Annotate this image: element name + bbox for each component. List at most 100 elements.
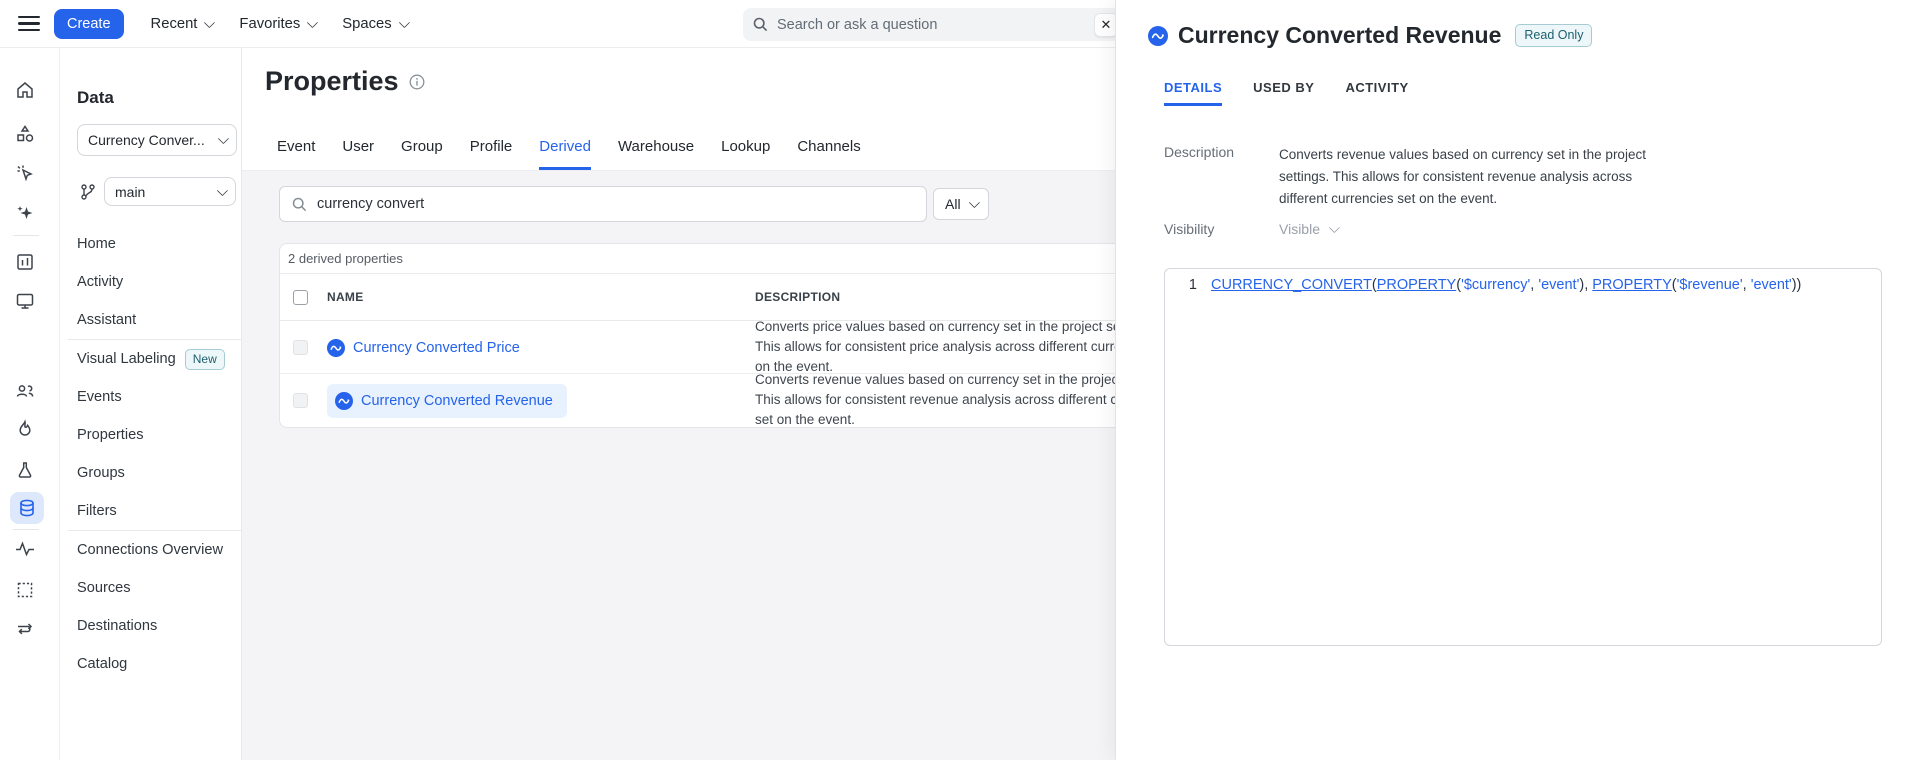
property-type-tabs: Event User Group Profile Derived Warehou… <box>277 138 861 170</box>
page-title: Properties <box>265 66 399 97</box>
code-string: 'event' <box>1538 277 1579 293</box>
sidebar-item-label: Filters <box>77 503 117 519</box>
sparkles-ai-icon[interactable] <box>12 200 38 226</box>
code-function: CURRENCY_CONVERT <box>1211 277 1372 293</box>
experiments-flask-icon[interactable] <box>12 457 38 483</box>
sidebar-item-label: Assistant <box>77 312 136 328</box>
tab-warehouse[interactable]: Warehouse <box>618 138 694 170</box>
sidebar-item-groups[interactable]: Groups <box>60 454 242 492</box>
retention-flame-icon[interactable] <box>12 416 38 442</box>
derived-property-icon <box>1148 26 1168 46</box>
recent-menu-label: Recent <box>151 16 198 32</box>
chevron-down-icon <box>398 16 409 27</box>
filter-select-value: All <box>945 196 961 212</box>
left-icon-rail <box>0 48 60 760</box>
sidebar-item-connections-overview[interactable]: Connections Overview <box>60 531 242 569</box>
property-link-currency-converted-price[interactable]: Currency Converted Price <box>327 339 520 357</box>
tab-used-by[interactable]: USED BY <box>1253 80 1314 106</box>
sidebar-item-label: Sources <box>77 580 131 596</box>
property-name: Currency Converted Revenue <box>361 393 553 409</box>
hamburger-menu-icon[interactable] <box>18 16 40 32</box>
global-search-input[interactable]: Search or ask a question ✕ + <box>743 8 1143 41</box>
info-icon[interactable] <box>409 74 425 90</box>
panel-tabs: DETAILS USED BY ACTIVITY <box>1164 80 1409 106</box>
select-all-checkbox[interactable] <box>293 290 308 305</box>
tab-derived[interactable]: Derived <box>539 138 591 170</box>
boards-icon[interactable] <box>12 121 38 147</box>
data-flow-icon[interactable] <box>12 616 38 642</box>
sidebar-item-assistant[interactable]: Assistant <box>60 301 242 339</box>
sidebar-item-home[interactable]: Home <box>60 225 242 263</box>
tab-channels[interactable]: Channels <box>797 138 860 170</box>
code-function: PROPERTY <box>1377 277 1457 293</box>
session-replay-icon[interactable] <box>12 288 38 314</box>
favorites-menu-label: Favorites <box>239 16 300 32</box>
column-header-name: NAME <box>327 290 364 304</box>
chevron-down-icon <box>217 184 228 195</box>
sidebar-item-label: Groups <box>77 465 125 481</box>
tab-user[interactable]: User <box>342 138 374 170</box>
code-string: '$revenue' <box>1677 277 1743 293</box>
sidebar-item-label: Catalog <box>77 656 127 672</box>
create-button[interactable]: Create <box>54 9 124 39</box>
code-punct: ), <box>1579 277 1592 293</box>
git-branch-icon <box>80 183 96 201</box>
sidebar-item-catalog[interactable]: Catalog <box>60 645 242 683</box>
tab-lookup[interactable]: Lookup <box>721 138 770 170</box>
integrations-chip-icon[interactable] <box>12 577 38 603</box>
sidebar-item-label: Visual Labeling <box>77 351 176 367</box>
description-field: Description Converts revenue values base… <box>1164 144 1657 210</box>
branch-select[interactable]: main <box>104 177 236 206</box>
tab-activity[interactable]: ACTIVITY <box>1345 80 1408 106</box>
description-label: Description <box>1164 144 1279 210</box>
row-checkbox[interactable] <box>293 393 308 408</box>
row-checkbox[interactable] <box>293 340 308 355</box>
sidebar-item-label: Activity <box>77 274 123 290</box>
chevron-down-icon <box>968 197 979 208</box>
sidebar-item-visual-labeling[interactable]: Visual Labeling New <box>60 340 242 378</box>
code-string: 'event' <box>1751 277 1792 293</box>
property-link-currency-converted-revenue[interactable]: Currency Converted Revenue <box>327 384 567 418</box>
code-string: '$currency' <box>1461 277 1530 293</box>
tab-profile[interactable]: Profile <box>470 138 513 170</box>
visibility-field: Visibility Visible <box>1164 221 1337 237</box>
property-name: Currency Converted Price <box>353 340 520 356</box>
project-select-value: Currency Conver... <box>88 132 218 148</box>
property-search-input[interactable]: currency convert <box>279 186 927 222</box>
sidebar-item-events[interactable]: Events <box>60 378 242 416</box>
sidebar-item-activity[interactable]: Activity <box>60 263 242 301</box>
sidebar-item-label: Events <box>77 389 122 405</box>
read-only-badge: Read Only <box>1515 24 1592 47</box>
code-line-number: 1 <box>1177 277 1197 293</box>
property-search-value: currency convert <box>317 196 424 212</box>
tab-event[interactable]: Event <box>277 138 315 170</box>
activity-pulse-icon[interactable] <box>12 536 38 562</box>
spaces-menu[interactable]: Spaces <box>342 16 406 32</box>
code-punct: , <box>1743 277 1751 293</box>
visual-select-icon[interactable] <box>12 160 38 186</box>
insights-chart-icon[interactable] <box>12 249 38 275</box>
chevron-down-icon <box>218 133 229 144</box>
tab-group[interactable]: Group <box>401 138 443 170</box>
sidebar-item-destinations[interactable]: Destinations <box>60 607 242 645</box>
visibility-select[interactable]: Visible <box>1279 221 1337 237</box>
visibility-value: Visible <box>1279 221 1320 237</box>
sidebar-item-properties[interactable]: Properties <box>60 416 242 454</box>
search-icon <box>292 197 307 212</box>
description-value: Converts revenue values based on currenc… <box>1279 144 1657 210</box>
global-search-placeholder: Search or ask a question <box>777 17 1094 33</box>
project-select[interactable]: Currency Conver... <box>77 124 237 156</box>
property-detail-panel: Currency Converted Revenue Read Only DET… <box>1115 0 1910 760</box>
favorites-menu[interactable]: Favorites <box>239 16 315 32</box>
home-icon[interactable] <box>12 77 38 103</box>
sidebar-item-label: Destinations <box>77 618 157 634</box>
tab-details[interactable]: DETAILS <box>1164 80 1222 106</box>
filter-select-all[interactable]: All <box>933 188 989 220</box>
data-database-icon-active[interactable] <box>10 492 44 524</box>
users-icon[interactable] <box>12 378 38 404</box>
sidebar-item-filters[interactable]: Filters <box>60 492 242 530</box>
spaces-menu-label: Spaces <box>342 16 391 32</box>
sidebar-item-sources[interactable]: Sources <box>60 569 242 607</box>
sidebar-menu: Home Activity Assistant Visual Labeling … <box>60 225 242 683</box>
recent-menu[interactable]: Recent <box>151 16 213 32</box>
